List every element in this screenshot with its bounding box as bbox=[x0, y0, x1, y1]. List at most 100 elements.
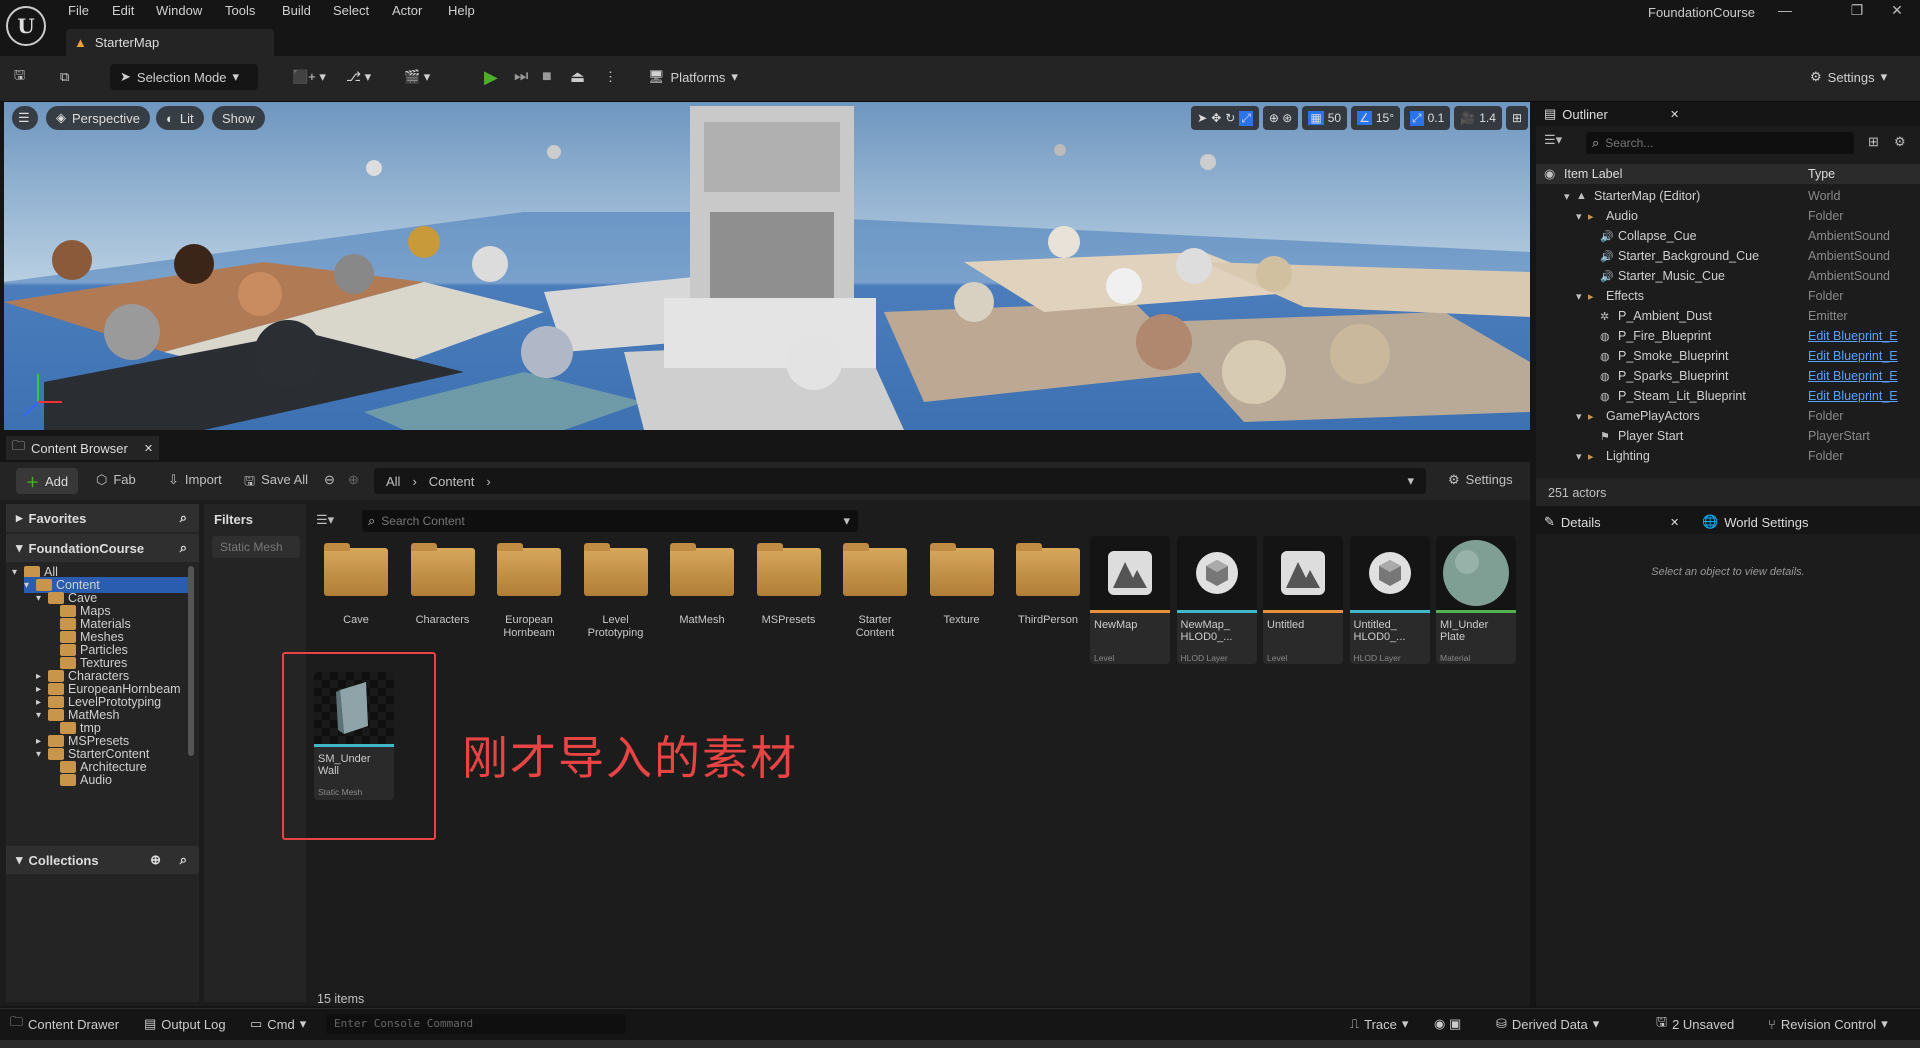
folder-tile[interactable]: Cave bbox=[318, 540, 394, 636]
perspective-button[interactable]: ◈ Perspective bbox=[46, 106, 150, 130]
record-icons[interactable]: ◉ ▣ bbox=[1434, 1013, 1461, 1035]
chevron-right-icon[interactable]: ▸ bbox=[36, 697, 44, 708]
chevron-down-icon[interactable]: ▾ bbox=[1407, 473, 1414, 489]
tree-scrollbar[interactable] bbox=[188, 566, 194, 756]
outliner-item-type[interactable]: Edit Blueprint_E bbox=[1808, 389, 1898, 403]
outliner-item-type[interactable]: Edit Blueprint_E bbox=[1808, 369, 1898, 383]
outliner-row[interactable]: ▾ ▸ Effects Folder bbox=[1536, 286, 1920, 306]
tab-startermap[interactable]: ▲ StarterMap bbox=[66, 29, 274, 56]
close-window-icon[interactable]: ✕ bbox=[1880, 2, 1914, 22]
chevron-down-icon[interactable]: ▾ bbox=[12, 567, 20, 578]
minimize-icon[interactable]: — bbox=[1768, 2, 1802, 22]
settings-dropdown[interactable]: ⚙ Settings ▾ bbox=[1810, 64, 1887, 90]
derived-data-dropdown[interactable]: ⛁ Derived Data ▾ bbox=[1496, 1013, 1599, 1035]
folder-tile[interactable]: MSPresets bbox=[751, 540, 827, 636]
chevron-down-icon[interactable]: ▾ bbox=[36, 710, 44, 721]
menu-tools[interactable]: Tools bbox=[225, 3, 255, 21]
console-input[interactable]: Enter Console Command bbox=[326, 1014, 626, 1034]
import-button[interactable]: ⇩ Import bbox=[168, 472, 222, 488]
level-viewport[interactable] bbox=[4, 102, 1530, 430]
chevron-down-icon[interactable]: ▾ bbox=[1576, 290, 1582, 303]
breadcrumb-all[interactable]: All bbox=[386, 474, 400, 489]
history-forward-icon[interactable]: ⊕ bbox=[348, 472, 359, 488]
platforms-dropdown[interactable]: 🖥 Platforms ▾ bbox=[648, 64, 738, 90]
folder-tile[interactable]: MatMesh bbox=[664, 540, 740, 636]
trace-dropdown[interactable]: ⎍ Trace ▾ bbox=[1350, 1013, 1408, 1035]
eject-icon[interactable]: ⏏ bbox=[570, 64, 585, 90]
close-icon[interactable]: ✕ bbox=[1670, 516, 1679, 529]
selection-mode-dropdown[interactable]: ➤ Selection Mode ▾ bbox=[110, 64, 258, 90]
cmd-dropdown[interactable]: ▭ Cmd ▾ bbox=[250, 1013, 306, 1035]
eye-icon[interactable]: ◉ bbox=[1544, 166, 1555, 182]
browse-icon[interactable]: ⧉ bbox=[60, 64, 69, 90]
outliner-row[interactable]: ✲ P_Ambient_Dust Emitter bbox=[1536, 306, 1920, 326]
folder-tree-item[interactable]: Audio bbox=[48, 772, 112, 788]
chevron-down-icon[interactable]: ▾ bbox=[1576, 410, 1582, 423]
favorites-section[interactable]: ▸ Favorites ⌕ bbox=[6, 504, 199, 532]
content-drawer-button[interactable]: 🗀 Content Drawer bbox=[10, 1013, 119, 1035]
outliner-settings-icon[interactable]: ⚙ bbox=[1894, 134, 1906, 150]
save-all-button[interactable]: 🖫 Save All bbox=[244, 472, 308, 494]
folder-tile[interactable]: Level Prototyping bbox=[578, 540, 654, 639]
blueprint-icon[interactable]: ⎇ ▾ bbox=[346, 64, 371, 90]
outliner-row[interactable]: ▾ ▸ Lighting Folder bbox=[1536, 446, 1920, 466]
more-options-icon[interactable]: ⋮ bbox=[604, 64, 617, 90]
menu-window[interactable]: Window bbox=[156, 3, 202, 21]
cb-settings-button[interactable]: ⚙ Settings bbox=[1448, 472, 1513, 488]
add-actor-icon[interactable]: ⬛+ ▾ bbox=[292, 64, 326, 90]
outliner-row[interactable]: ⚑ Player Start PlayerStart bbox=[1536, 426, 1920, 446]
transform-tools[interactable]: ➤ ✥ ↻ ⤢ bbox=[1191, 106, 1259, 130]
outliner-row[interactable]: ◍ P_Smoke_Blueprint Edit Blueprint_E bbox=[1536, 346, 1920, 366]
outliner-item-type[interactable]: Edit Blueprint_E bbox=[1808, 349, 1898, 363]
unsaved-button[interactable]: 🖫 2 Unsaved bbox=[1656, 1013, 1734, 1035]
outliner-row[interactable]: 🔊 Collapse_Cue AmbientSound bbox=[1536, 226, 1920, 246]
add-collection-icon[interactable]: ⊕ bbox=[150, 852, 161, 868]
asset-tile[interactable]: Untitled Level bbox=[1263, 536, 1343, 664]
breadcrumb-content[interactable]: Content bbox=[429, 474, 475, 489]
rotation-snap-button[interactable]: ∠ 15° bbox=[1351, 106, 1400, 130]
asset-tile[interactable]: MI_Under Plate Material bbox=[1436, 536, 1516, 664]
history-back-icon[interactable]: ⊖ bbox=[324, 472, 335, 488]
search-icon[interactable]: ⌕ bbox=[180, 510, 187, 526]
asset-tile[interactable]: NewMap Level bbox=[1090, 536, 1170, 664]
cinematics-icon[interactable]: 🎬 ▾ bbox=[404, 64, 430, 90]
menu-help[interactable]: Help bbox=[448, 3, 475, 21]
folder-tile[interactable]: Starter Content bbox=[837, 540, 913, 639]
surface-snapping-icon[interactable]: ⊕ ⊛ bbox=[1262, 106, 1299, 130]
outliner-item-type[interactable]: Edit Blueprint_E bbox=[1808, 329, 1898, 343]
col-type[interactable]: Type bbox=[1808, 167, 1835, 181]
folder-tile[interactable]: Texture bbox=[924, 540, 1000, 636]
collections-section[interactable]: ▾ Collections ⊕ ⌕ bbox=[6, 846, 199, 874]
add-folder-icon[interactable]: ⊞ bbox=[1868, 134, 1879, 150]
outliner-row[interactable]: ◍ P_Fire_Blueprint Edit Blueprint_E bbox=[1536, 326, 1920, 346]
chevron-down-icon[interactable]: ▾ bbox=[1576, 210, 1582, 223]
chevron-down-icon[interactable]: ▾ bbox=[36, 749, 44, 760]
asset-tile[interactable]: Untitled_ HLOD0_... HLOD Layer bbox=[1349, 536, 1430, 664]
outliner-row[interactable]: 🔊 Starter_Background_Cue AmbientSound bbox=[1536, 246, 1920, 266]
menu-actor[interactable]: Actor bbox=[392, 3, 422, 21]
menu-build[interactable]: Build bbox=[282, 3, 311, 21]
static-mesh-filter-chip[interactable]: Static Mesh bbox=[212, 536, 300, 558]
maximize-viewport-icon[interactable]: ⊞ bbox=[1505, 106, 1528, 130]
output-log-button[interactable]: ▤ Output Log bbox=[144, 1013, 226, 1035]
outliner-row[interactable]: ◍ P_Steam_Lit_Blueprint Edit Blueprint_E bbox=[1536, 386, 1920, 406]
outliner-row[interactable]: ▾ ▸ GamePlayActors Folder bbox=[1536, 406, 1920, 426]
chevron-down-icon[interactable]: ▾ bbox=[1576, 450, 1582, 463]
outliner-search-input[interactable]: ⌕ Search... bbox=[1586, 132, 1854, 154]
content-search-input[interactable]: ⌕ Search Content ▾ bbox=[362, 510, 858, 532]
tab-world-settings[interactable]: 🌐 World Settings bbox=[1702, 510, 1808, 534]
show-button[interactable]: Show bbox=[212, 106, 265, 130]
fab-button[interactable]: ⬡ Fab bbox=[96, 472, 136, 488]
chevron-down-icon[interactable]: ▾ bbox=[24, 580, 32, 591]
step-icon[interactable]: ⏭ bbox=[514, 64, 528, 90]
asset-sm-under-wall[interactable]: SM_Under Wall Static Mesh bbox=[314, 672, 394, 800]
stop-icon[interactable]: ■ bbox=[542, 64, 552, 90]
menu-file[interactable]: File bbox=[68, 3, 89, 21]
folder-tile[interactable]: European Hornbeam bbox=[491, 540, 567, 639]
search-icon[interactable]: ⌕ bbox=[180, 540, 187, 556]
restore-icon[interactable]: ❐ bbox=[1840, 2, 1874, 22]
lit-button[interactable]: ◐ Lit bbox=[156, 106, 204, 130]
folder-tile[interactable]: ThirdPerson bbox=[1010, 540, 1086, 636]
asset-tile[interactable]: NewMap_ HLOD0_... HLOD Layer bbox=[1176, 536, 1257, 664]
scale-snap-button[interactable]: ⤢ 0.1 bbox=[1404, 106, 1451, 130]
